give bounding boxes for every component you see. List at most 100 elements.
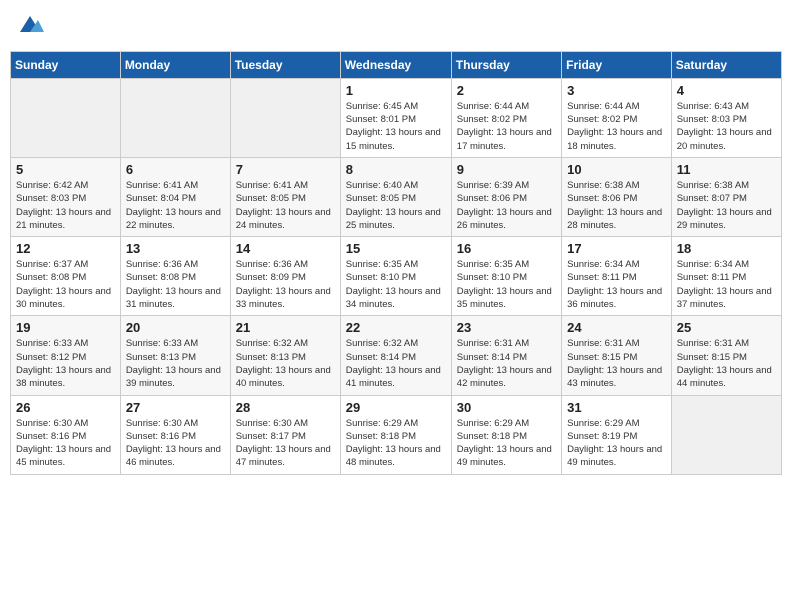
day-info: Sunrise: 6:35 AM Sunset: 8:10 PM Dayligh… (457, 258, 556, 311)
day-number: 24 (567, 320, 666, 335)
calendar-cell: 2Sunrise: 6:44 AM Sunset: 8:02 PM Daylig… (451, 78, 561, 157)
calendar-cell: 17Sunrise: 6:34 AM Sunset: 8:11 PM Dayli… (562, 237, 672, 316)
day-info: Sunrise: 6:35 AM Sunset: 8:10 PM Dayligh… (346, 258, 446, 311)
day-info: Sunrise: 6:39 AM Sunset: 8:06 PM Dayligh… (457, 179, 556, 232)
weekday-header-friday: Friday (562, 51, 672, 78)
calendar-cell: 20 Sunrise: 6:33 AM Sunset: 8:13 PM Dayli… (120, 316, 230, 395)
calendar-cell: 30Sunrise: 6:29 AM Sunset: 8:18 PM Dayli… (451, 395, 561, 474)
week-row-1: 1 Sunrise: 6:45 AM Sunset: 8:01 PM Daylig… (11, 78, 782, 157)
day-info: Sunrise: 6:38 AM Sunset: 8:06 PM Dayligh… (567, 179, 666, 232)
day-info: Sunrise: 6:29 AM Sunset: 8:18 PM Dayligh… (346, 417, 446, 470)
day-number: 31 (567, 400, 666, 415)
day-number: 26 (16, 400, 115, 415)
calendar-cell: 23 Sunrise: 6:31 AM Sunset: 8:14 PM Dayli… (451, 316, 561, 395)
day-info: Sunrise: 6:33 AM Sunset: 8:13 PM Dayligh… (126, 337, 225, 390)
day-number: 4 (677, 83, 776, 98)
calendar-cell: 22Sunrise: 6:32 AM Sunset: 8:14 PM Dayli… (340, 316, 451, 395)
calendar-cell: 27 Sunrise: 6:30 AM Sunset: 8:16 PM Dayli… (120, 395, 230, 474)
day-info: Sunrise: 6:44 AM Sunset: 8:02 PM Dayligh… (567, 100, 666, 153)
day-number: 11 (677, 162, 776, 177)
day-number: 23 (457, 320, 556, 335)
day-info: Sunrise: 6:29 AM Sunset: 8:19 PM Dayligh… (567, 417, 666, 470)
day-info: Sunrise: 6:31 AM Sunset: 8:14 PM Dayligh… (457, 337, 556, 390)
day-number: 27 (126, 400, 225, 415)
calendar-cell: 24 Sunrise: 6:31 AM Sunset: 8:15 PM Dayli… (562, 316, 672, 395)
week-row-4: 19 Sunrise: 6:33 AM Sunset: 8:12 PM Dayli… (11, 316, 782, 395)
week-row-3: 12 Sunrise: 6:37 AM Sunset: 8:08 PM Dayli… (11, 237, 782, 316)
calendar-cell: 31 Sunrise: 6:29 AM Sunset: 8:19 PM Dayli… (562, 395, 672, 474)
calendar-cell: 25 Sunrise: 6:31 AM Sunset: 8:15 PM Dayli… (671, 316, 781, 395)
calendar-cell: 16 Sunrise: 6:35 AM Sunset: 8:10 PM Dayli… (451, 237, 561, 316)
day-info: Sunrise: 6:33 AM Sunset: 8:12 PM Dayligh… (16, 337, 115, 390)
day-info: Sunrise: 6:40 AM Sunset: 8:05 PM Dayligh… (346, 179, 446, 232)
day-number: 20 (126, 320, 225, 335)
day-number: 15 (346, 241, 446, 256)
weekday-header-row: SundayMondayTuesdayWednesdayThursdayFrid… (11, 51, 782, 78)
day-info: Sunrise: 6:41 AM Sunset: 8:04 PM Dayligh… (126, 179, 225, 232)
calendar-cell: 19 Sunrise: 6:33 AM Sunset: 8:12 PM Dayli… (11, 316, 121, 395)
weekday-header-wednesday: Wednesday (340, 51, 451, 78)
calendar-cell: 14Sunrise: 6:36 AM Sunset: 8:09 PM Dayli… (230, 237, 340, 316)
calendar-cell: 26 Sunrise: 6:30 AM Sunset: 8:16 PM Dayli… (11, 395, 121, 474)
calendar-cell: 21 Sunrise: 6:32 AM Sunset: 8:13 PM Dayli… (230, 316, 340, 395)
logo-icon (16, 10, 44, 38)
calendar-cell: 18Sunrise: 6:34 AM Sunset: 8:11 PM Dayli… (671, 237, 781, 316)
day-info: Sunrise: 6:32 AM Sunset: 8:13 PM Dayligh… (236, 337, 335, 390)
calendar-cell: 6 Sunrise: 6:41 AM Sunset: 8:04 PM Daylig… (120, 157, 230, 236)
weekday-header-saturday: Saturday (671, 51, 781, 78)
day-info: Sunrise: 6:30 AM Sunset: 8:16 PM Dayligh… (126, 417, 225, 470)
day-number: 22 (346, 320, 446, 335)
day-number: 18 (677, 241, 776, 256)
day-info: Sunrise: 6:38 AM Sunset: 8:07 PM Dayligh… (677, 179, 776, 232)
day-number: 8 (346, 162, 446, 177)
day-number: 28 (236, 400, 335, 415)
day-number: 25 (677, 320, 776, 335)
calendar-cell: 7 Sunrise: 6:41 AM Sunset: 8:05 PM Daylig… (230, 157, 340, 236)
day-info: Sunrise: 6:36 AM Sunset: 8:08 PM Dayligh… (126, 258, 225, 311)
calendar-cell: 15 Sunrise: 6:35 AM Sunset: 8:10 PM Dayli… (340, 237, 451, 316)
day-info: Sunrise: 6:42 AM Sunset: 8:03 PM Dayligh… (16, 179, 115, 232)
calendar-cell: 12 Sunrise: 6:37 AM Sunset: 8:08 PM Dayli… (11, 237, 121, 316)
day-number: 3 (567, 83, 666, 98)
weekday-header-sunday: Sunday (11, 51, 121, 78)
day-info: Sunrise: 6:36 AM Sunset: 8:09 PM Dayligh… (236, 258, 335, 311)
day-info: Sunrise: 6:43 AM Sunset: 8:03 PM Dayligh… (677, 100, 776, 153)
day-number: 21 (236, 320, 335, 335)
day-number: 5 (16, 162, 115, 177)
calendar-cell (120, 78, 230, 157)
calendar: SundayMondayTuesdayWednesdayThursdayFrid… (10, 51, 782, 475)
calendar-cell: 28Sunrise: 6:30 AM Sunset: 8:17 PM Dayli… (230, 395, 340, 474)
day-number: 16 (457, 241, 556, 256)
day-info: Sunrise: 6:41 AM Sunset: 8:05 PM Dayligh… (236, 179, 335, 232)
day-number: 1 (346, 83, 446, 98)
week-row-5: 26 Sunrise: 6:30 AM Sunset: 8:16 PM Dayli… (11, 395, 782, 474)
calendar-cell: 4 Sunrise: 6:43 AM Sunset: 8:03 PM Daylig… (671, 78, 781, 157)
day-number: 29 (346, 400, 446, 415)
day-info: Sunrise: 6:34 AM Sunset: 8:11 PM Dayligh… (567, 258, 666, 311)
day-number: 12 (16, 241, 115, 256)
calendar-cell: 9 Sunrise: 6:39 AM Sunset: 8:06 PM Daylig… (451, 157, 561, 236)
day-number: 2 (457, 83, 556, 98)
header (10, 10, 782, 43)
day-info: Sunrise: 6:37 AM Sunset: 8:08 PM Dayligh… (16, 258, 115, 311)
day-number: 19 (16, 320, 115, 335)
day-info: Sunrise: 6:31 AM Sunset: 8:15 PM Dayligh… (677, 337, 776, 390)
day-number: 7 (236, 162, 335, 177)
day-number: 13 (126, 241, 225, 256)
calendar-cell: 8 Sunrise: 6:40 AM Sunset: 8:05 PM Daylig… (340, 157, 451, 236)
weekday-header-tuesday: Tuesday (230, 51, 340, 78)
calendar-cell: 5 Sunrise: 6:42 AM Sunset: 8:03 PM Daylig… (11, 157, 121, 236)
day-number: 9 (457, 162, 556, 177)
calendar-cell (230, 78, 340, 157)
calendar-cell: 11 Sunrise: 6:38 AM Sunset: 8:07 PM Dayli… (671, 157, 781, 236)
calendar-cell (671, 395, 781, 474)
calendar-cell: 1 Sunrise: 6:45 AM Sunset: 8:01 PM Daylig… (340, 78, 451, 157)
day-info: Sunrise: 6:31 AM Sunset: 8:15 PM Dayligh… (567, 337, 666, 390)
day-number: 6 (126, 162, 225, 177)
calendar-cell (11, 78, 121, 157)
day-info: Sunrise: 6:30 AM Sunset: 8:16 PM Dayligh… (16, 417, 115, 470)
day-number: 30 (457, 400, 556, 415)
day-info: Sunrise: 6:45 AM Sunset: 8:01 PM Dayligh… (346, 100, 446, 153)
weekday-header-thursday: Thursday (451, 51, 561, 78)
day-number: 10 (567, 162, 666, 177)
